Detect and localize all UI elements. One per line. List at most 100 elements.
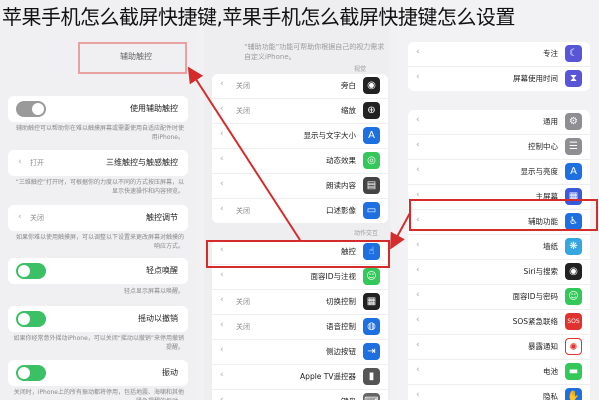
faceid-attention-row[interactable]: ‹ 面容ID与注视 ☺	[212, 265, 388, 290]
row-description: 如果你难以使用触摸屏，可以调整以下设置来更改屏幕对触摸的响应方式。	[15, 234, 184, 250]
text-size-icon: A	[363, 127, 380, 144]
siri-icon: ◉	[565, 263, 582, 280]
chevron-icon: ‹	[416, 390, 420, 400]
chevron-icon: ‹	[220, 104, 224, 114]
row-description: 辅助触控可以帮助你在难以触摸屏幕或需要使用自适应配件时使用iPhone。	[15, 125, 184, 141]
chevron-icon: ‹	[220, 129, 224, 139]
chevron-icon: ‹	[220, 79, 224, 89]
chevron-icon: ‹	[220, 179, 224, 189]
motion-icon: ◎	[363, 152, 380, 169]
focus-group: ‹ 专注 ☾ ‹ 屏幕使用时间 ⧗	[408, 42, 590, 91]
motion-row[interactable]: ‹ 动态效果 ◎	[212, 149, 388, 174]
switch-control-icon: ▦	[363, 293, 380, 310]
general-row[interactable]: ‹ 通用 ⚙	[408, 110, 590, 135]
faceid-passcode-row[interactable]: ‹ 面容ID与密码 ☺	[408, 285, 590, 310]
wallpaper-row[interactable]: ‹ 墙纸 ❋	[408, 235, 590, 260]
chevron-icon: ‹	[220, 204, 224, 214]
assistive-touch-row[interactable]: 使用辅助触控	[8, 96, 188, 122]
speech-icon: ▤	[363, 177, 380, 194]
chevron-icon: ‹	[220, 295, 224, 305]
chevron-icon: ‹	[416, 140, 420, 150]
chevron-icon: ‹	[220, 270, 224, 280]
left-panel-touch-settings: 辅助触控 使用辅助触控 辅助触控可以帮助你在难以触摸屏幕或需要使用自适应配件时使…	[0, 0, 196, 400]
keyboard-row[interactable]: ‹ 键盘 ⌨	[212, 390, 388, 400]
control-center-row[interactable]: ‹ 控制中心 ☰	[408, 135, 590, 160]
toggle-switch[interactable]	[16, 101, 46, 117]
privacy-icon: ✋	[565, 388, 582, 400]
wallpaper-icon: ❋	[565, 238, 582, 255]
display-icon: A	[565, 163, 582, 180]
accessibility-row-highlight	[409, 199, 598, 231]
switch-control-row[interactable]: ‹ 关闭 切换控制 ▦	[212, 290, 388, 315]
chevron-icon: ‹	[220, 395, 224, 400]
battery-row[interactable]: ‹ 电池 ▬	[408, 360, 590, 385]
chevron-icon: ‹	[220, 370, 224, 380]
toggle-switch[interactable]	[16, 311, 46, 327]
remote-icon: ▮	[363, 368, 380, 385]
voice-control-row[interactable]: ‹ 关闭 语音控制 ◍	[212, 315, 388, 340]
focus-icon: ☾	[565, 45, 582, 62]
audio-description-row[interactable]: ‹ 关闭 口述影像 ▭	[212, 199, 388, 223]
side-button-row[interactable]: ‹ 侧边按钮 ⇥	[212, 340, 388, 365]
row-description: 如果你经常意外摇动iPhone，可以关闭“摇动以撤销”来停用撤销提醒。	[13, 335, 184, 351]
page-title: 苹果手机怎么截屏快捷键,苹果手机怎么截屏快捷键怎么设置	[2, 5, 515, 29]
chevron-icon: ‹	[220, 345, 224, 355]
chevron-icon: ‹	[416, 315, 420, 325]
chevron-icon: ‹	[416, 72, 420, 82]
battery-icon: ▬	[565, 363, 582, 380]
middle-panel-accessibility: “辅助功能”功能可帮助你根据自己的视力需求自定义iPhone。 视觉 ‹ 关闭 …	[204, 0, 390, 400]
zoom-row[interactable]: ‹ 关闭 缩放 ⊕	[212, 99, 388, 124]
voiceover-icon: ◉	[363, 77, 380, 94]
chevron-icon: ‹	[416, 365, 420, 375]
chevron-icon: ‹	[220, 154, 224, 164]
general-group: ‹ 通用 ⚙ ‹ 控制中心 ☰ ‹ 显示与亮度 A ‹ 主屏幕 ▦ ‹ 辅助功能…	[408, 110, 590, 400]
side-button-icon: ⇥	[363, 343, 380, 360]
exposure-icon: ✺	[565, 338, 582, 355]
siri-search-row[interactable]: ‹ Siri与搜索 ◉	[408, 260, 590, 285]
accessibility-description: “辅助功能”功能可帮助你根据自己的视力需求自定义iPhone。	[244, 43, 385, 61]
text-size-row[interactable]: ‹ 显示与文字大小 A	[212, 124, 388, 149]
vibration-row[interactable]: 振动	[8, 360, 188, 386]
chevron-icon: ‹	[416, 115, 420, 125]
keyboard-icon: ⌨	[363, 393, 380, 400]
touch-row-highlight	[206, 240, 390, 268]
screen-time-row[interactable]: ‹ 屏幕使用时间 ⧗	[408, 67, 590, 91]
vision-group: ‹ 关闭 旁白 ◉ ‹ 关闭 缩放 ⊕ ‹ 显示与文字大小 A ‹ 动态效果 ◎…	[212, 74, 388, 223]
chevron-icon: ‹	[416, 340, 420, 350]
control-center-icon: ☰	[565, 138, 582, 155]
chevron-icon: ‹	[18, 212, 22, 222]
spoken-content-row[interactable]: ‹ 朗读内容 ▤	[212, 174, 388, 199]
sos-icon: SOS	[565, 313, 582, 330]
audio-description-icon: ▭	[363, 202, 380, 219]
faceid-icon: ☺	[565, 288, 582, 305]
toggle-switch[interactable]	[16, 365, 46, 381]
touch-accommodations-row[interactable]: ‹ 关闭 触控调节	[8, 205, 188, 231]
chevron-icon: ‹	[416, 47, 420, 57]
chevron-icon: ‹	[416, 240, 420, 250]
emergency-sos-row[interactable]: ‹ SOS紧急联络 SOS	[408, 310, 590, 335]
row-description: 关闭时，iPhone上的所有振动都将停用，包括地震、海啸和其他紧急提醒的振动。	[13, 389, 184, 400]
section-interaction-label: 动作交互	[354, 230, 379, 237]
voice-control-icon: ◍	[363, 318, 380, 335]
privacy-row[interactable]: ‹ 隐私 ✋	[408, 385, 590, 400]
shake-to-undo-row[interactable]: 摇动以撤销	[8, 306, 188, 332]
apple-tv-remote-row[interactable]: ‹ Apple TV遥控器 ▮	[212, 365, 388, 390]
zoom-icon: ⊕	[363, 102, 380, 119]
chevron-icon: ‹	[416, 290, 420, 300]
chevron-icon: ‹	[416, 265, 420, 275]
left-panel-header: 辅助触控	[120, 52, 152, 61]
display-brightness-row[interactable]: ‹ 显示与亮度 A	[408, 160, 590, 185]
chevron-icon: ‹	[416, 165, 420, 175]
chevron-icon: ‹	[220, 320, 224, 330]
voiceover-row[interactable]: ‹ 关闭 旁白 ◉	[212, 74, 388, 99]
focus-row[interactable]: ‹ 专注 ☾	[408, 42, 590, 67]
row-description: 轻点显示屏幕以唤醒。	[123, 288, 184, 295]
section-vision-label: 视觉	[354, 66, 367, 73]
row-description: “三维触控”打开时，可根据你的力度以不同的方式按压屏幕，以显示快速操作和内容预览…	[15, 179, 184, 195]
3d-touch-row[interactable]: ‹ 打开 三维触控与触感触控	[8, 150, 188, 176]
chevron-icon: ‹	[18, 157, 22, 167]
exposure-notifications-row[interactable]: ‹ 暴露通知 ✺	[408, 335, 590, 360]
tap-to-wake-row[interactable]: 轻点唤醒	[8, 258, 188, 284]
faceid-icon: ☺	[363, 268, 380, 285]
toggle-switch[interactable]	[16, 263, 46, 279]
